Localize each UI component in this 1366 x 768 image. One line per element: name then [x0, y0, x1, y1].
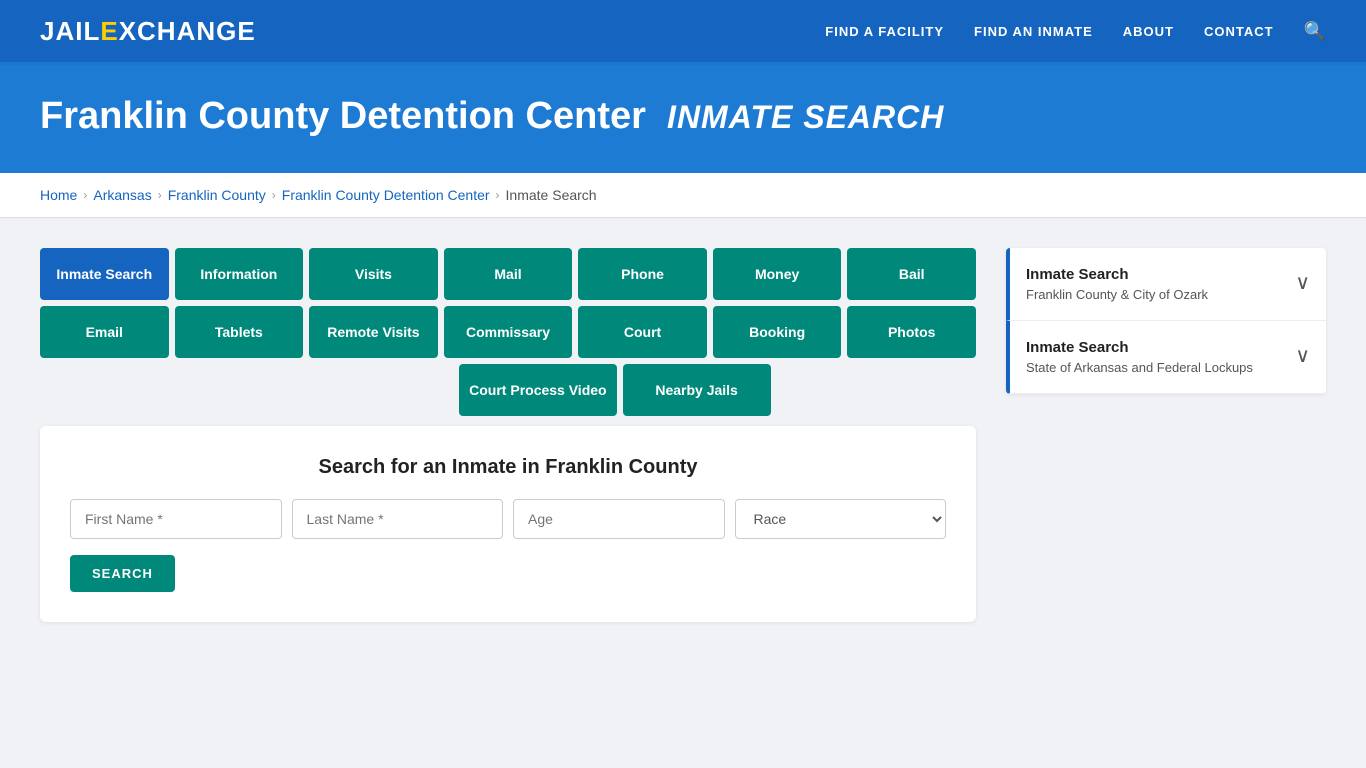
sidebar-item-sub-1: Franklin County & City of Ozark — [1026, 287, 1208, 302]
nav-buttons-row1: Inmate Search Information Visits Mail Ph… — [40, 248, 976, 300]
breadcrumb-current: Inmate Search — [506, 187, 597, 203]
main-content: Inmate Search Information Visits Mail Ph… — [0, 218, 1366, 652]
sidebar-item-content-1: Inmate Search Franklin County & City of … — [1026, 266, 1208, 302]
sidebar-item-title-2: Inmate Search — [1026, 339, 1253, 356]
nav-buttons-row3: Court Process Video Nearby Jails — [40, 364, 976, 416]
btn-remote-visits[interactable]: Remote Visits — [309, 306, 438, 358]
sep2: › — [158, 188, 162, 202]
hero-subtitle: INMATE SEARCH — [667, 99, 944, 135]
sidebar-item-content-2: Inmate Search State of Arkansas and Fede… — [1026, 339, 1253, 375]
chevron-down-icon-1: ∨ — [1295, 270, 1310, 295]
chevron-down-icon-2: ∨ — [1295, 343, 1310, 368]
nav-find-inmate[interactable]: FIND AN INMATE — [974, 24, 1093, 39]
left-column: Inmate Search Information Visits Mail Ph… — [40, 248, 976, 622]
first-name-input[interactable] — [70, 499, 282, 539]
header-search-icon[interactable]: 🔍 — [1304, 21, 1326, 42]
nav-about[interactable]: ABOUT — [1123, 24, 1174, 39]
breadcrumb-home[interactable]: Home — [40, 187, 77, 203]
btn-commissary[interactable]: Commissary — [444, 306, 573, 358]
btn-tablets[interactable]: Tablets — [175, 306, 304, 358]
last-name-input[interactable] — [292, 499, 504, 539]
page-title: Franklin County Detention Center INMATE … — [40, 95, 1326, 138]
btn-visits[interactable]: Visits — [309, 248, 438, 300]
sep4: › — [496, 188, 500, 202]
btn-money[interactable]: Money — [713, 248, 842, 300]
btn-nearby-jails[interactable]: Nearby Jails — [623, 364, 771, 416]
btn-information[interactable]: Information — [175, 248, 304, 300]
sep3: › — [272, 188, 276, 202]
search-form-row: Race White Black Hispanic Asian Other — [70, 499, 946, 539]
main-nav: FIND A FACILITY FIND AN INMATE ABOUT CON… — [825, 21, 1326, 42]
btn-phone[interactable]: Phone — [578, 248, 707, 300]
site-logo[interactable]: JAILEXCHANGE — [40, 16, 256, 47]
age-input[interactable] — [513, 499, 725, 539]
breadcrumb-franklin-county[interactable]: Franklin County — [168, 187, 266, 203]
btn-email[interactable]: Email — [40, 306, 169, 358]
nav-contact[interactable]: CONTACT — [1204, 24, 1274, 39]
hero-banner: Franklin County Detention Center INMATE … — [0, 65, 1366, 173]
breadcrumb-bar: Home › Arkansas › Franklin County › Fran… — [0, 173, 1366, 218]
btn-mail[interactable]: Mail — [444, 248, 573, 300]
btn-bail[interactable]: Bail — [847, 248, 976, 300]
hero-main-title: Franklin County Detention Center — [40, 95, 646, 137]
breadcrumb-arkansas[interactable]: Arkansas — [93, 187, 151, 203]
sidebar-item-arkansas-federal[interactable]: Inmate Search State of Arkansas and Fede… — [1006, 321, 1326, 394]
btn-court-process-video[interactable]: Court Process Video — [459, 364, 616, 416]
nav-buttons-row2: Email Tablets Remote Visits Commissary C… — [40, 306, 976, 358]
right-sidebar: Inmate Search Franklin County & City of … — [1006, 248, 1326, 622]
breadcrumb-detention-center[interactable]: Franklin County Detention Center — [282, 187, 490, 203]
site-header: JAILEXCHANGE FIND A FACILITY FIND AN INM… — [0, 0, 1366, 65]
btn-booking[interactable]: Booking — [713, 306, 842, 358]
btn-inmate-search[interactable]: Inmate Search — [40, 248, 169, 300]
sep1: › — [83, 188, 87, 202]
sidebar-item-sub-2: State of Arkansas and Federal Lockups — [1026, 360, 1253, 375]
sidebar-item-title-1: Inmate Search — [1026, 266, 1208, 283]
nav-find-facility[interactable]: FIND A FACILITY — [825, 24, 944, 39]
breadcrumb: Home › Arkansas › Franklin County › Fran… — [40, 187, 1326, 203]
search-button[interactable]: SEARCH — [70, 555, 175, 592]
btn-court[interactable]: Court — [578, 306, 707, 358]
search-card-title: Search for an Inmate in Franklin County — [70, 456, 946, 479]
btn-photos[interactable]: Photos — [847, 306, 976, 358]
sidebar-card: Inmate Search Franklin County & City of … — [1006, 248, 1326, 394]
sidebar-item-franklin-county[interactable]: Inmate Search Franklin County & City of … — [1006, 248, 1326, 321]
search-card: Search for an Inmate in Franklin County … — [40, 426, 976, 622]
race-select[interactable]: Race White Black Hispanic Asian Other — [735, 499, 947, 539]
